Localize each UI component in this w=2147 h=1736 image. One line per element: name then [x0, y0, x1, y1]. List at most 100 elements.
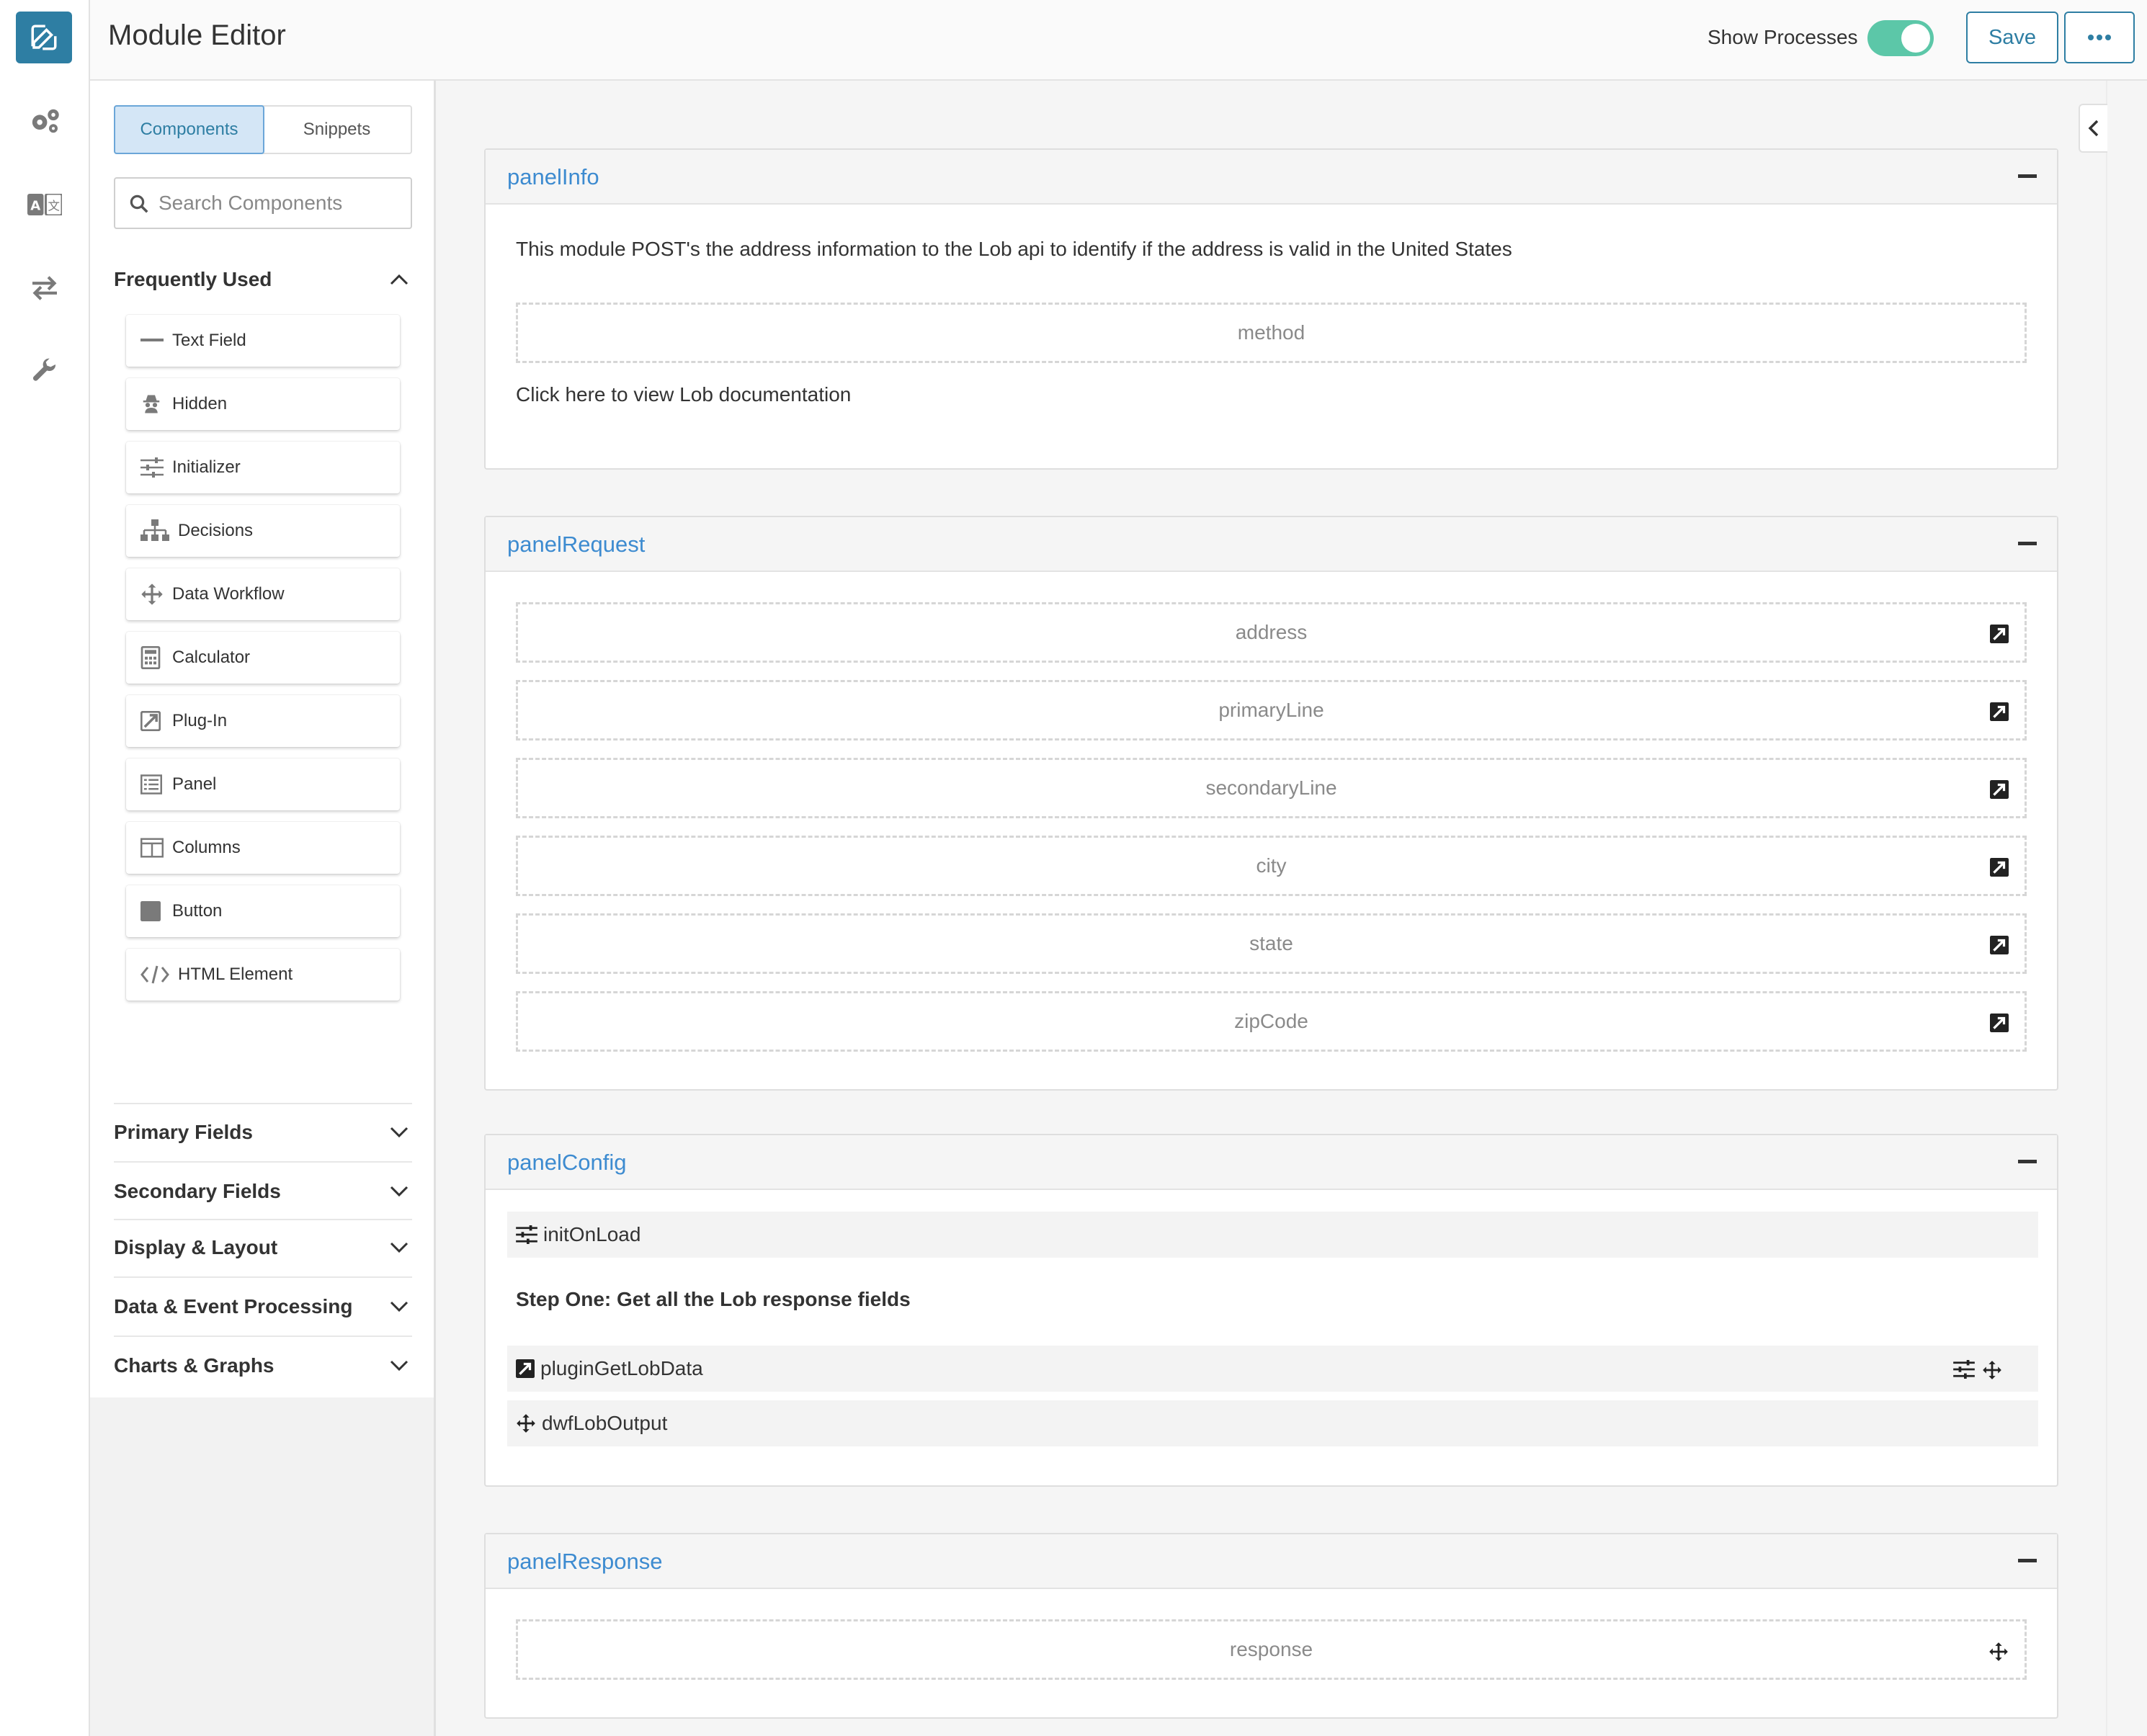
panel-config[interactable]: panelConfig initOnLoad Step One: Get all… — [484, 1134, 2058, 1487]
component-label: Calculator — [172, 648, 251, 667]
component-hidden[interactable]: Hidden — [126, 378, 400, 430]
panel-icon — [140, 774, 172, 795]
divider — [114, 1219, 412, 1220]
field-label: primaryLine — [1218, 699, 1324, 721]
panel-title[interactable]: panelResponse — [507, 1549, 662, 1575]
component-label: Columns — [172, 838, 241, 857]
button-icon — [140, 901, 172, 921]
chevron-down-icon — [390, 1186, 409, 1197]
component-decisions[interactable]: Decisions — [126, 505, 400, 557]
swap-icon[interactable] — [0, 252, 89, 324]
minimize-icon[interactable] — [2018, 174, 2037, 178]
initializer-icon — [1953, 1360, 1975, 1379]
field-label: state — [1249, 932, 1293, 954]
show-processes-toggle[interactable] — [1867, 20, 1934, 56]
section-label: Secondary Fields — [114, 1180, 281, 1202]
section-label: Data & Event Processing — [114, 1295, 353, 1317]
method-field[interactable]: method — [516, 303, 2027, 363]
component-html-element[interactable]: HTML Element — [126, 949, 400, 1001]
chevron-up-icon — [390, 274, 409, 285]
right-drawer-edge — [2106, 81, 2147, 1736]
section-label: Display & Layout — [114, 1236, 278, 1258]
divider — [114, 1161, 412, 1163]
svg-text:A: A — [30, 199, 40, 214]
component-label: Decisions — [178, 521, 254, 540]
html-element-icon — [140, 965, 178, 985]
tab-snippets[interactable]: Snippets — [263, 107, 411, 153]
component-text-field[interactable]: Text Field — [126, 315, 400, 367]
panel-info[interactable]: panelInfo This module POST's the address… — [484, 148, 2058, 470]
edit-icon[interactable] — [16, 12, 72, 63]
section-label: Primary Fields — [114, 1121, 253, 1143]
field-state[interactable]: state — [516, 913, 2027, 974]
panel-header: panelConfig — [486, 1135, 2057, 1190]
component-panel[interactable]: Panel — [126, 759, 400, 810]
section-label: Frequently Used — [114, 268, 272, 290]
columns-icon — [140, 838, 172, 858]
process-init-on-load[interactable]: initOnLoad — [507, 1212, 2038, 1258]
plug-in-icon — [1990, 780, 2009, 804]
chevron-down-icon — [390, 1301, 409, 1312]
component-button[interactable]: Button — [126, 885, 400, 937]
translation-icon[interactable]: A文 — [0, 169, 89, 241]
plug-in-icon — [1990, 702, 2009, 726]
data-workflow-icon — [516, 1413, 536, 1433]
plug-in-icon — [140, 711, 172, 731]
process-label: dwfLobOutput — [542, 1412, 668, 1434]
panel-title[interactable]: panelConfig — [507, 1150, 626, 1176]
wrench-icon[interactable] — [0, 336, 89, 408]
field-secondary-line[interactable]: secondaryLine — [516, 758, 2027, 818]
field-address[interactable]: address — [516, 602, 2027, 663]
initializer-icon — [140, 457, 172, 478]
field-city[interactable]: city — [516, 836, 2027, 896]
section-secondary-fields[interactable]: Secondary Fields — [114, 1165, 412, 1217]
field-label: zipCode — [1234, 1010, 1308, 1032]
sidebar-tabs: Components Snippets — [114, 105, 412, 154]
tab-components[interactable]: Components — [114, 105, 264, 154]
component-columns[interactable]: Columns — [126, 822, 400, 874]
svg-text:文: 文 — [48, 200, 60, 213]
component-data-workflow[interactable]: Data Workflow — [126, 568, 400, 620]
divider — [114, 1103, 412, 1104]
search-input[interactable] — [159, 186, 403, 220]
section-charts-graphs[interactable]: Charts & Graphs — [114, 1340, 412, 1392]
more-icon — [2088, 35, 2111, 40]
process-label: initOnLoad — [543, 1223, 641, 1245]
panel-response[interactable]: panelResponse response — [484, 1533, 2058, 1719]
step-one-text: Step One: Get all the Lob response field… — [516, 1288, 911, 1310]
panel-title[interactable]: panelInfo — [507, 164, 599, 190]
plug-in-icon — [1990, 858, 2009, 882]
section-data-event-processing[interactable]: Data & Event Processing — [114, 1281, 412, 1333]
section-display-layout[interactable]: Display & Layout — [114, 1222, 412, 1274]
process-plugin-get-lob-data[interactable]: pluginGetLobData — [507, 1346, 2038, 1392]
more-options-button[interactable] — [2064, 12, 2135, 63]
component-calculator[interactable]: Calculator — [126, 632, 400, 684]
initializer-icon — [516, 1225, 537, 1244]
text-field-icon — [140, 338, 172, 344]
section-primary-fields[interactable]: Primary Fields — [114, 1106, 412, 1158]
panel-request[interactable]: panelRequest address primaryLine seconda… — [484, 516, 2058, 1091]
settings-icon[interactable] — [0, 85, 89, 157]
plug-in-icon — [1990, 1014, 2009, 1037]
field-zip-code[interactable]: zipCode — [516, 991, 2027, 1052]
minimize-icon[interactable] — [2018, 1559, 2037, 1562]
component-label: Data Workflow — [172, 584, 285, 604]
section-frequently-used[interactable]: Frequently Used — [114, 254, 412, 305]
lob-documentation-link[interactable]: Click here to view Lob documentation — [516, 383, 851, 406]
save-button[interactable]: Save — [1966, 12, 2058, 63]
minimize-icon[interactable] — [2018, 1160, 2037, 1163]
process-dwf-lob-output[interactable]: dwfLobOutput — [507, 1400, 2038, 1446]
panel-title[interactable]: panelRequest — [507, 532, 645, 558]
search-icon — [128, 193, 150, 218]
field-primary-line[interactable]: primaryLine — [516, 680, 2027, 741]
plug-in-icon — [516, 1359, 535, 1378]
calculator-icon — [140, 646, 172, 669]
field-response[interactable]: response — [516, 1619, 2027, 1680]
show-processes-label: Show Processes — [1708, 26, 1858, 48]
minimize-icon[interactable] — [2018, 542, 2037, 545]
component-plug-in[interactable]: Plug-In — [126, 695, 400, 747]
component-initializer[interactable]: Initializer — [126, 442, 400, 493]
collapse-drawer-button[interactable] — [2079, 104, 2107, 153]
hidden-icon — [140, 393, 172, 415]
field-label: address — [1235, 621, 1308, 643]
